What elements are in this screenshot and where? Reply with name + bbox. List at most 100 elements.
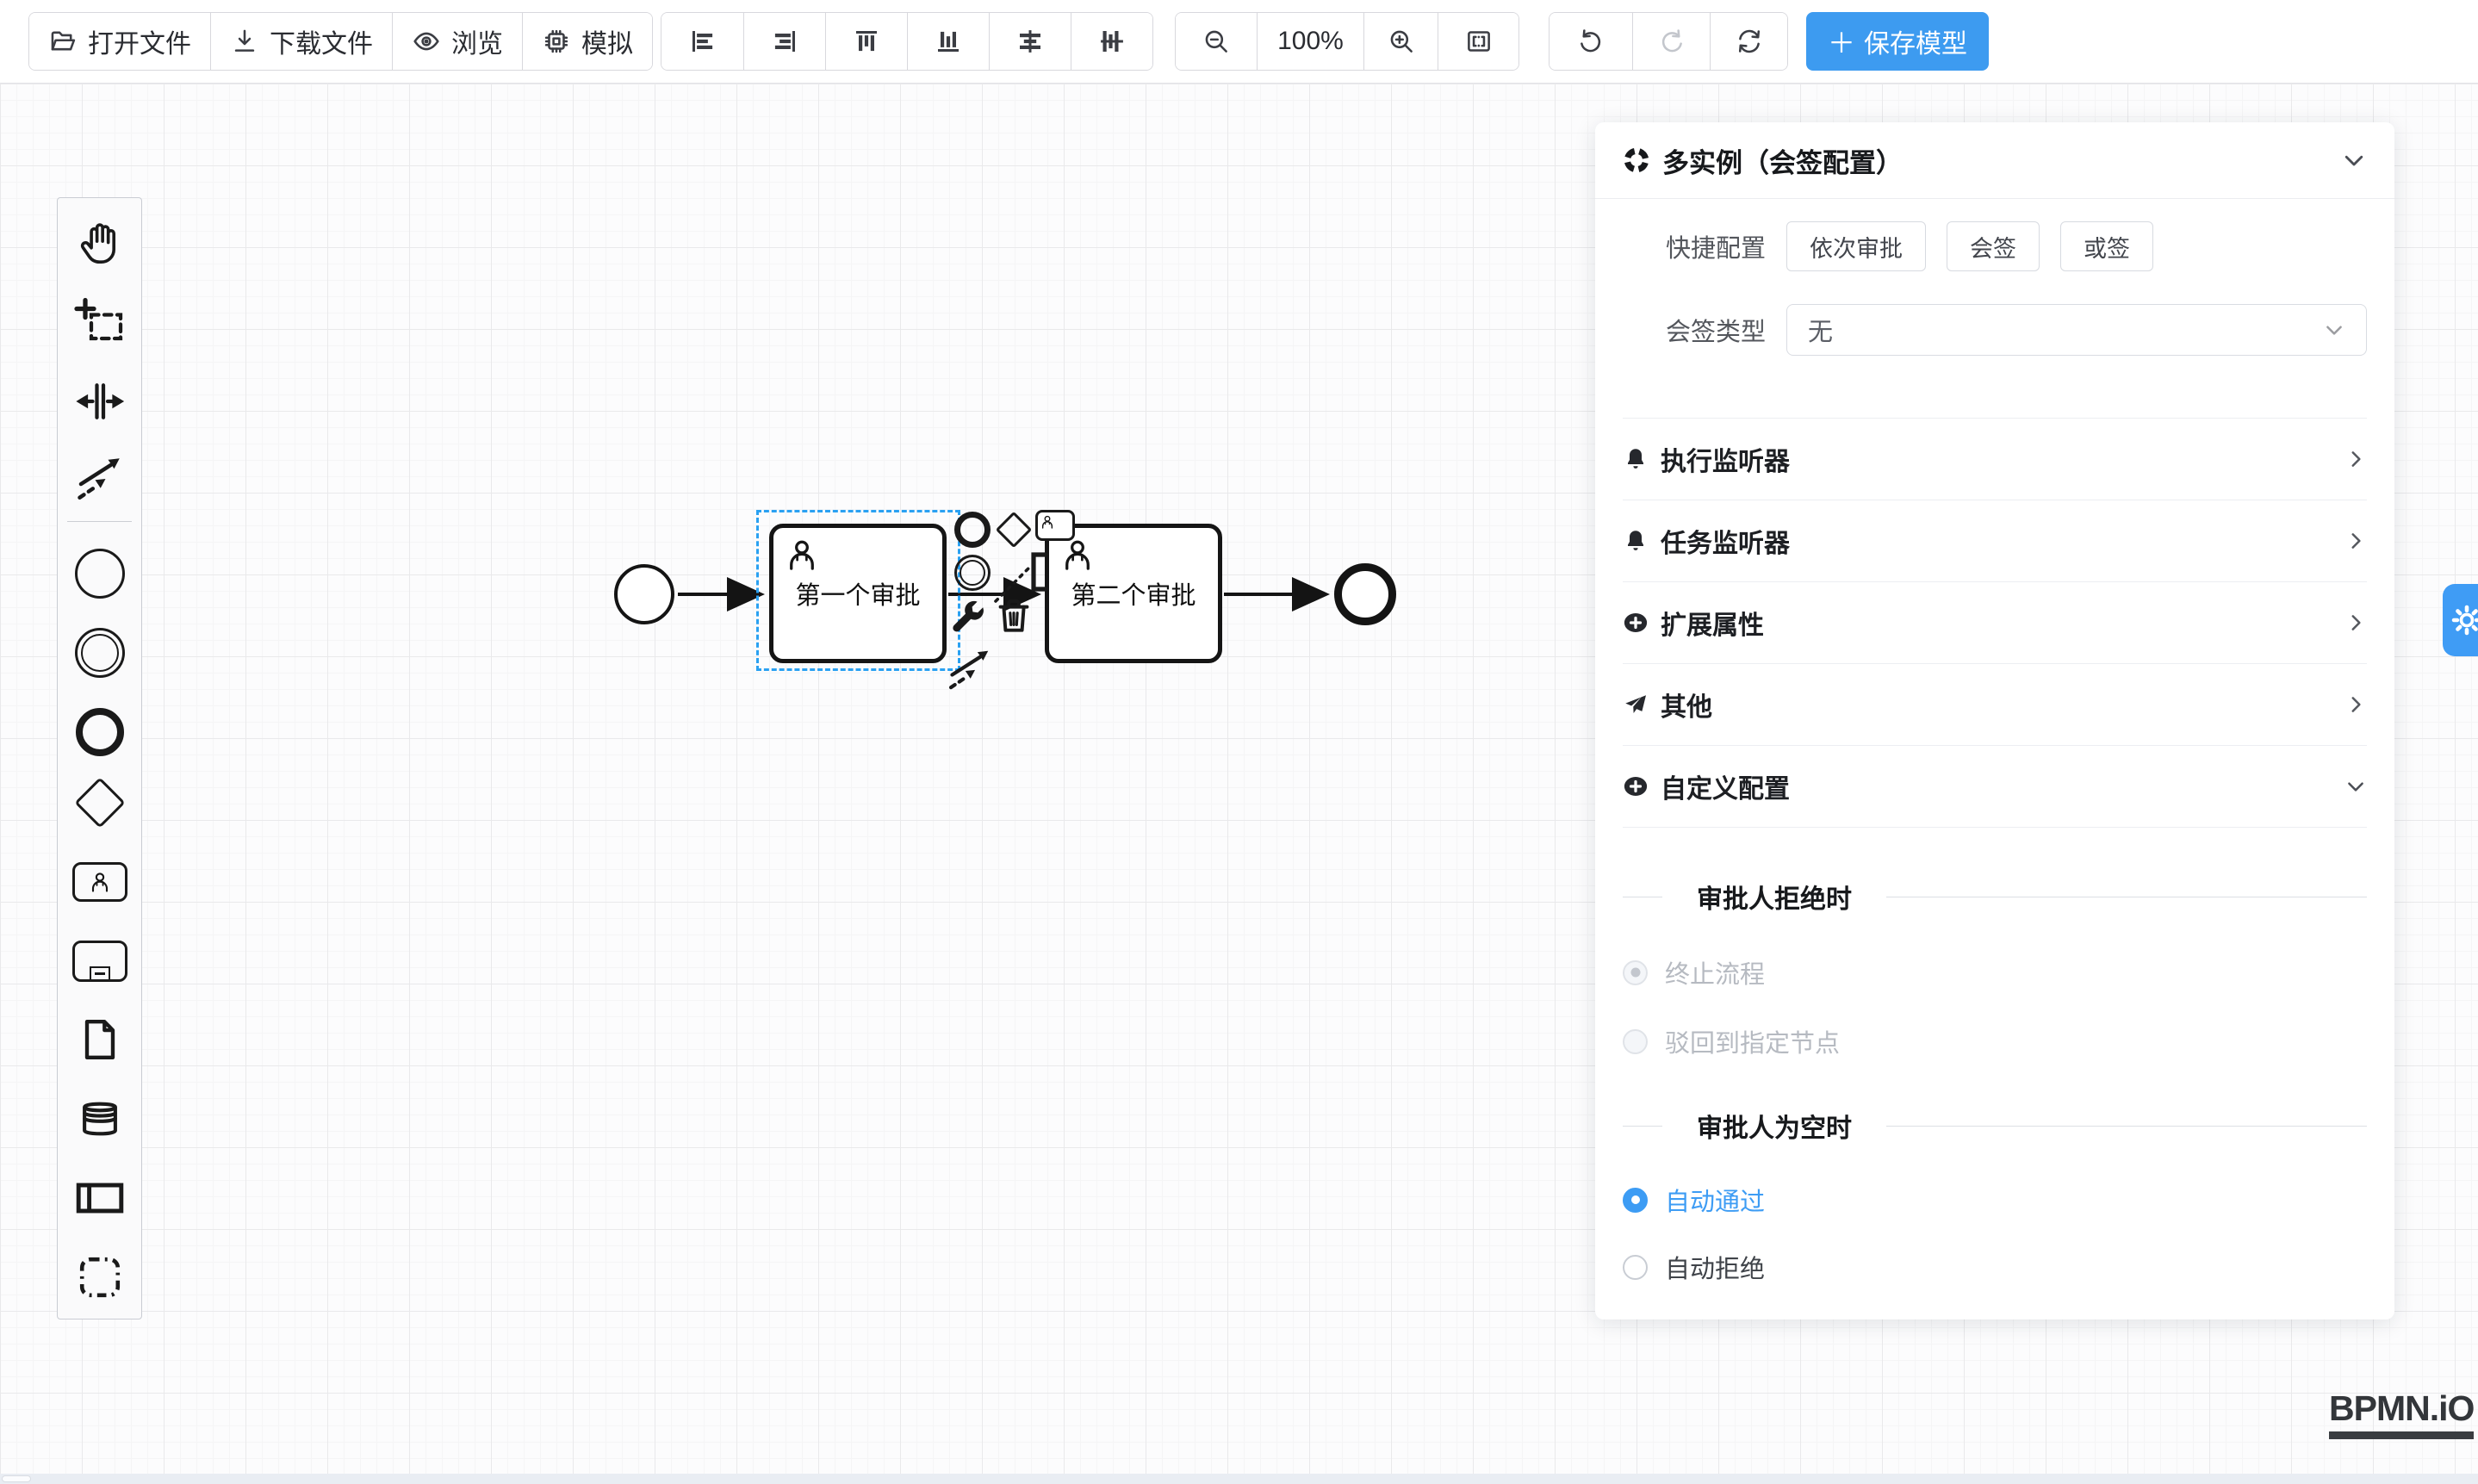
redo-button[interactable] (1632, 13, 1710, 70)
quick-option-orsign-button[interactable]: 或签 (2060, 221, 2153, 271)
align-right-icon (769, 26, 800, 57)
multi-instance-icon (1623, 146, 1650, 174)
ctx-append-end-event[interactable] (954, 512, 991, 548)
palette-sub-process[interactable] (72, 941, 127, 982)
sign-type-select[interactable]: 无 (1786, 304, 2367, 356)
align-top-icon (851, 26, 882, 57)
save-model-button[interactable]: ＋ 保存模型 (1806, 12, 1989, 71)
user-task-icon (1035, 510, 1075, 541)
simulate-button[interactable]: 模拟 (522, 13, 652, 70)
connect-arrows-icon (74, 451, 126, 503)
panel-toggle-tab[interactable] (2443, 584, 2478, 656)
lasso-icon (74, 296, 126, 348)
logo-text: BPMN.iO (2329, 1388, 2474, 1429)
radio-return-to-node: 驳回到指定节点 (1623, 1024, 2367, 1059)
radio-label: 驳回到指定节点 (1665, 1023, 1840, 1059)
align-right-button[interactable] (743, 13, 825, 70)
radio-auto-pass[interactable]: 自动通过 (1623, 1183, 2367, 1217)
download-file-button[interactable]: 下载文件 (210, 13, 392, 70)
gateway-icon (996, 512, 1032, 548)
chip-icon (542, 27, 571, 56)
chevron-down-icon (2344, 775, 2367, 798)
hand-icon (75, 218, 125, 268)
panel-title: 多实例（会签配置） (1662, 141, 1903, 180)
ctx-connect[interactable] (946, 644, 994, 692)
palette-end-event[interactable] (76, 708, 124, 756)
reset-zoom-button[interactable] (1710, 13, 1787, 70)
preview-button[interactable]: 浏览 (392, 13, 522, 70)
radio-designated-member[interactable]: 指定成员审批 (1623, 1317, 2367, 1319)
task-first-approval[interactable]: 第一个审批 (769, 524, 947, 663)
palette-lasso-tool[interactable] (74, 296, 126, 348)
radio-label: 自动拒绝 (1665, 1249, 1765, 1285)
trash-icon (992, 594, 1035, 637)
task-second-approval[interactable]: 第二个审批 (1045, 524, 1222, 663)
chevron-right-icon (2344, 448, 2367, 470)
section-custom-config[interactable]: 自定义配置 (1623, 745, 2367, 827)
align-bottom-button[interactable] (907, 13, 989, 70)
end-event-shape[interactable] (1334, 563, 1396, 625)
align-left-button[interactable] (661, 13, 743, 70)
sign-type-row: 会签类型 无 (1623, 304, 2367, 356)
bpmn-io-logo: BPMN.iO (2329, 1388, 2474, 1439)
ctx-append-intermediate-event[interactable] (954, 555, 991, 591)
plus-circle-icon (1623, 610, 1649, 636)
panel-header[interactable]: 多实例（会签配置） (1623, 122, 2367, 198)
open-file-button[interactable]: 打开文件 (29, 13, 210, 70)
sign-type-label: 会签类型 (1623, 312, 1766, 348)
section-other[interactable]: 其他 (1623, 663, 2367, 745)
horizontal-scrollbar[interactable] (0, 1474, 2478, 1484)
section-execution-listener[interactable]: 执行监听器 (1623, 418, 2367, 500)
ctx-append-user-task[interactable] (1035, 510, 1075, 541)
align-center-horizontal-icon (1015, 26, 1046, 57)
section-label: 其他 (1661, 686, 1712, 723)
space-tool-icon (74, 376, 126, 427)
palette-data-object[interactable] (75, 1015, 125, 1065)
radio-icon (1623, 960, 1648, 985)
simulate-label: 模拟 (581, 22, 633, 60)
palette-gateway[interactable] (82, 785, 118, 821)
palette-intermediate-event[interactable] (75, 628, 125, 678)
undo-button[interactable] (1550, 13, 1632, 70)
section-task-listener[interactable]: 任务监听器 (1623, 500, 2367, 581)
zoom-out-button[interactable] (1176, 13, 1257, 70)
chevron-down-icon[interactable] (2341, 147, 2367, 173)
ctx-change-type[interactable] (947, 596, 989, 637)
radio-auto-reject[interactable]: 自动拒绝 (1623, 1250, 2367, 1284)
align-middle-vertical-icon (1096, 26, 1127, 57)
empty-divider-title: 审批人为空时 (1697, 1107, 1852, 1145)
section-extension-properties[interactable]: 扩展属性 (1623, 581, 2367, 663)
palette-participant-pool[interactable] (73, 1171, 127, 1225)
palette-start-event[interactable] (75, 549, 125, 599)
palette-data-store[interactable] (75, 1094, 125, 1144)
align-center-horizontal-button[interactable] (989, 13, 1071, 70)
gateway-icon (74, 777, 125, 828)
preview-label: 浏览 (451, 22, 503, 60)
quick-option-sequential-button[interactable]: 依次审批 (1786, 221, 1926, 271)
fit-viewport-button[interactable] (1438, 13, 1518, 70)
zoom-level-display[interactable]: 100% (1257, 13, 1363, 70)
ctx-append-gateway[interactable] (997, 513, 1030, 546)
start-event-shape[interactable] (614, 564, 674, 624)
palette-hand-tool[interactable] (75, 218, 125, 268)
eye-icon (412, 27, 441, 56)
align-middle-vertical-button[interactable] (1071, 13, 1152, 70)
group-icon (75, 1252, 125, 1302)
palette-group[interactable] (75, 1252, 125, 1302)
fit-viewport-icon (1464, 27, 1494, 56)
palette-space-tool[interactable] (74, 376, 126, 427)
palette-user-task[interactable] (72, 862, 127, 902)
scrollbar-thumb[interactable] (2, 1475, 31, 1482)
quick-option-countersign-button[interactable]: 会签 (1947, 221, 2040, 271)
reject-divider-title: 审批人拒绝时 (1697, 878, 1852, 916)
palette-global-connect-tool[interactable] (74, 451, 126, 503)
gear-icon (2447, 600, 2478, 640)
section-label: 任务监听器 (1661, 522, 1790, 560)
chevron-right-icon (2344, 530, 2367, 552)
ctx-delete[interactable] (992, 594, 1035, 637)
data-store-icon (75, 1094, 125, 1144)
participant-pool-icon (73, 1171, 127, 1225)
zoom-in-button[interactable] (1363, 13, 1438, 70)
bpmn-palette (57, 197, 142, 1319)
align-top-button[interactable] (825, 13, 907, 70)
